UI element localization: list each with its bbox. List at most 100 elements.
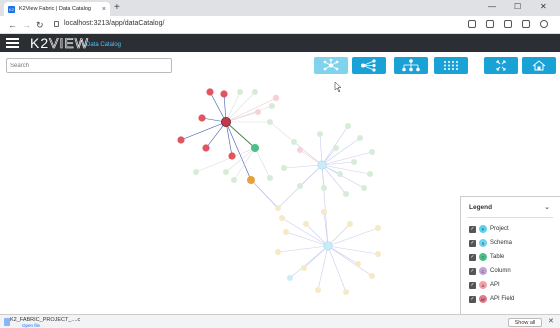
schema-hub-node[interactable] xyxy=(323,241,333,251)
extensions-icon[interactable] xyxy=(486,20,494,28)
legend-collapse-icon[interactable]: ⌄ xyxy=(544,203,550,211)
checkbox-icon[interactable]: ✓ xyxy=(469,225,476,233)
hierarchy-down-button[interactable] xyxy=(394,57,428,74)
faded-node[interactable] xyxy=(375,251,381,257)
faded-node[interactable] xyxy=(231,177,237,183)
faded-node[interactable] xyxy=(297,183,303,189)
faded-node[interactable] xyxy=(333,145,339,151)
api-node[interactable] xyxy=(206,88,214,96)
hamburger-menu-icon[interactable] xyxy=(6,38,19,48)
checkbox-icon[interactable]: ✓ xyxy=(469,281,476,289)
faded-node[interactable] xyxy=(281,165,287,171)
legend-item-column[interactable]: ✓ C Column xyxy=(469,267,511,275)
legend-item-project[interactable]: ✓ P Project xyxy=(469,225,509,233)
faded-node[interactable] xyxy=(355,261,361,267)
faded-node[interactable] xyxy=(283,229,289,235)
column-node[interactable] xyxy=(247,176,255,184)
faded-node[interactable] xyxy=(317,131,323,137)
faded-node[interactable] xyxy=(315,287,321,293)
faded-node[interactable] xyxy=(267,119,273,125)
new-tab-button[interactable]: + xyxy=(114,2,120,14)
faded-node[interactable] xyxy=(351,159,357,165)
browser-tab[interactable]: K2 K2View Fabric | Data Catalog × xyxy=(4,2,110,16)
collections-icon[interactable] xyxy=(522,20,530,28)
show-all-button[interactable]: Show all xyxy=(508,318,542,327)
faded-node[interactable] xyxy=(287,275,293,281)
legend-divider xyxy=(467,217,553,218)
close-download-bar-icon[interactable]: ✕ xyxy=(548,317,554,325)
url-field[interactable]: localhost:3213/app/dataCatalog/ xyxy=(64,20,164,27)
faded-node[interactable] xyxy=(275,249,281,255)
faded-node[interactable] xyxy=(269,103,275,109)
faded-node[interactable] xyxy=(223,169,229,175)
api-icon: A xyxy=(479,281,487,289)
maximize-icon[interactable]: ☐ xyxy=(514,2,521,11)
open-file-link[interactable]: Open file xyxy=(22,323,40,328)
checkbox-icon[interactable]: ✓ xyxy=(469,295,476,303)
force-layout-button[interactable] xyxy=(314,57,348,74)
tab-close-icon[interactable]: × xyxy=(102,6,106,13)
legend-label: Column xyxy=(490,268,511,274)
faded-node[interactable] xyxy=(347,221,353,227)
faded-node[interactable] xyxy=(361,185,367,191)
faded-node[interactable] xyxy=(345,123,351,129)
reload-icon[interactable]: ↻ xyxy=(36,19,44,31)
checkbox-icon[interactable]: ✓ xyxy=(469,253,476,261)
faded-node[interactable] xyxy=(255,109,261,115)
faded-node[interactable] xyxy=(343,191,349,197)
faded-node[interactable] xyxy=(272,94,280,102)
tab-title: K2View Fabric | Data Catalog xyxy=(19,6,91,12)
selected-api-node[interactable] xyxy=(220,117,231,128)
api-node[interactable] xyxy=(220,90,228,98)
api-node[interactable] xyxy=(177,136,185,144)
api-node[interactable] xyxy=(198,114,206,122)
legend-label: Table xyxy=(490,254,505,260)
faded-node[interactable] xyxy=(291,139,297,145)
read-aloud-icon[interactable] xyxy=(468,20,476,28)
faded-node[interactable] xyxy=(275,205,281,211)
graph-nodes[interactable] xyxy=(177,88,381,295)
home-icon xyxy=(532,60,546,71)
faded-node[interactable] xyxy=(337,171,343,177)
api-node[interactable] xyxy=(202,144,210,152)
close-window-icon[interactable]: ✕ xyxy=(540,2,547,11)
schema-hub-node[interactable] xyxy=(317,160,327,170)
download-filename[interactable]: K2_FABRIC_PROJECT_....c xyxy=(10,317,80,323)
profile-icon[interactable] xyxy=(540,20,548,28)
faded-node[interactable] xyxy=(301,265,307,271)
legend-item-table[interactable]: ✓ T Table xyxy=(469,253,504,261)
legend-item-api[interactable]: ✓ A API xyxy=(469,281,500,289)
back-icon[interactable]: ← xyxy=(8,19,17,31)
grid-layout-button[interactable] xyxy=(434,57,468,74)
faded-node[interactable] xyxy=(367,171,373,177)
checkbox-icon[interactable]: ✓ xyxy=(469,267,476,275)
faded-node[interactable] xyxy=(343,289,349,295)
search-input[interactable] xyxy=(6,58,172,73)
faded-node[interactable] xyxy=(252,89,258,95)
table-node[interactable] xyxy=(251,144,259,152)
faded-node[interactable] xyxy=(321,209,327,215)
info-icon[interactable] xyxy=(54,21,59,27)
faded-node[interactable] xyxy=(303,221,309,227)
favorites-icon[interactable] xyxy=(504,20,512,28)
hierarchy-right-button[interactable] xyxy=(352,57,386,74)
forward-icon[interactable]: → xyxy=(22,19,31,31)
legend-item-schema[interactable]: ✓ S Schema xyxy=(469,239,512,247)
faded-node[interactable] xyxy=(357,135,363,141)
api-node[interactable] xyxy=(228,152,236,160)
faded-node[interactable] xyxy=(297,147,303,153)
faded-node[interactable] xyxy=(375,225,381,231)
checkbox-icon[interactable]: ✓ xyxy=(469,239,476,247)
faded-node[interactable] xyxy=(321,185,327,191)
legend-item-api-field[interactable]: ✓ AF API Field xyxy=(469,295,514,303)
faded-node[interactable] xyxy=(193,169,199,175)
home-button[interactable] xyxy=(522,57,556,74)
faded-node[interactable] xyxy=(237,89,243,95)
faded-node[interactable] xyxy=(279,215,285,221)
faded-node[interactable] xyxy=(267,175,273,181)
minimize-icon[interactable]: — xyxy=(488,2,496,11)
faded-node[interactable] xyxy=(369,149,375,155)
fit-screen-button[interactable] xyxy=(484,57,518,74)
legend-label: API xyxy=(490,282,500,288)
faded-node[interactable] xyxy=(369,273,375,279)
